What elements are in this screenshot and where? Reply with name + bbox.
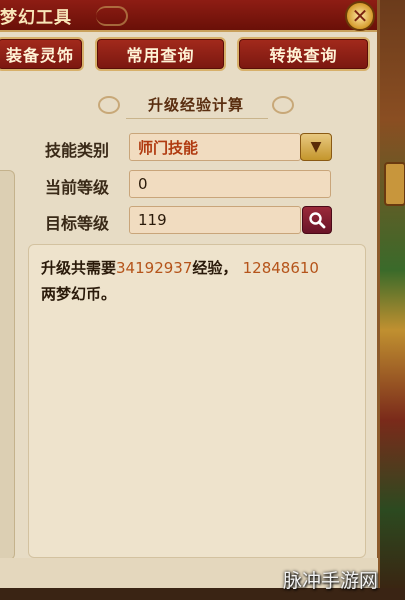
- section-divider: [126, 118, 268, 119]
- tab-conversion-query[interactable]: 转换查询: [237, 37, 370, 71]
- watermark: 脉冲手游网: [283, 570, 379, 592]
- chevron-down-icon: ▼: [310, 139, 322, 155]
- result-panel: 升级共需要34192937经验， 12848610 两梦幻币。: [28, 244, 366, 558]
- skill-type-label: 技能类别: [45, 141, 110, 160]
- game-background: [378, 0, 405, 600]
- result-suffix: 两梦幻币。: [41, 285, 117, 303]
- result-coin-value: 12848610: [242, 259, 319, 277]
- target-level-label: 目标等级: [45, 214, 110, 233]
- tab-common-query[interactable]: 常用查询: [95, 37, 226, 71]
- result-mid: 经验，: [192, 259, 238, 277]
- close-button[interactable]: ✕: [345, 1, 375, 31]
- search-icon: [309, 212, 326, 229]
- section-heading: 升级经验计算: [98, 90, 294, 118]
- left-panel-edge: [0, 170, 15, 560]
- close-icon: ✕: [351, 4, 369, 28]
- tab-equipment[interactable]: 装备灵饰: [0, 37, 84, 71]
- dropdown-button[interactable]: ▼: [300, 133, 332, 161]
- side-ornament: [384, 162, 405, 206]
- current-level-input[interactable]: 0: [129, 170, 331, 198]
- current-level-label: 当前等级: [45, 178, 110, 197]
- search-button[interactable]: [302, 206, 332, 234]
- title-bar: 梦幻工具: [0, 0, 377, 32]
- result-exp-value: 34192937: [116, 259, 193, 277]
- window-title: 梦幻工具: [0, 8, 72, 28]
- title-ornament: [96, 6, 128, 26]
- target-level-input[interactable]: 119: [129, 206, 301, 234]
- result-prefix: 升级共需要: [41, 259, 117, 277]
- skill-type-select[interactable]: 师门技能: [129, 133, 301, 161]
- tool-window: 梦幻工具 装备灵饰 常用查询 转换查询 升级经验计算 技能类别 师门技能 ▼ 当…: [0, 0, 380, 588]
